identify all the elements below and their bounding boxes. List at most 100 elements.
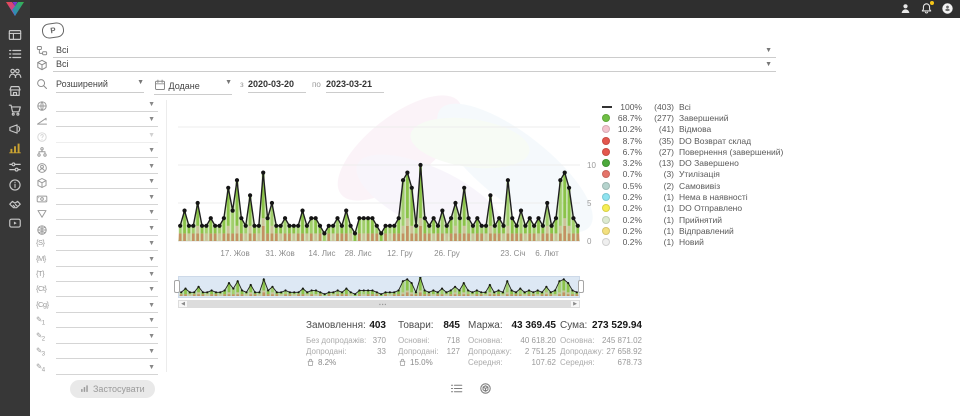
stat-value: 845 (443, 320, 460, 331)
date-field-select[interactable]: Додане ▼ (154, 79, 232, 95)
filter-select-custom-field-2[interactable]: ✎2▼ (36, 331, 158, 345)
filter-select-custom-field-1[interactable]: ✎1▼ (36, 315, 158, 329)
chevron-down-icon: ▼ (148, 256, 155, 263)
search-icon[interactable] (36, 78, 48, 90)
legend-item[interactable]: 0.5%(2)Самовивіз (602, 180, 783, 191)
filter-select-utm-medium[interactable]: {M} ▼ (36, 254, 158, 268)
search-mode-select[interactable]: Розширений ▼ (56, 79, 144, 93)
legend-item[interactable]: 0.2%(1)DO Отправлено (602, 203, 783, 214)
sidebar-item-info[interactable] (8, 178, 22, 192)
legend-item[interactable]: 8.7%(35)DO Возврат склад (602, 135, 783, 146)
filter-select-utm-term[interactable]: {T}▼ (36, 269, 158, 283)
legend-item[interactable]: 68.7%(277)Завершений (602, 112, 783, 123)
sidebar-item-orders[interactable] (8, 47, 22, 61)
x-tick-label: 14. Лис (308, 249, 335, 258)
user-icon[interactable] (899, 2, 912, 15)
select-underline (56, 250, 158, 251)
filter-select-help[interactable]: ▼ (36, 130, 158, 144)
select-underline (56, 343, 158, 344)
custom-field-1-icon: ✎1 (36, 315, 48, 327)
y-tick-label: 5 (587, 199, 601, 208)
legend-item[interactable]: 6.7%(27)Повернення (завершений) (602, 146, 783, 157)
legend-item[interactable]: 0.2%(1)Відправлений (602, 225, 783, 236)
filter-select-utm-content[interactable]: {Ct}▼ (36, 284, 158, 298)
filter-select-funnel[interactable]: ▼ (36, 207, 158, 221)
stat-sub-label: Допродані: (306, 346, 347, 357)
stat-title: Товари: (398, 320, 434, 331)
filter-select-money[interactable]: ▼ (36, 192, 158, 206)
legend-dot-swatch (602, 170, 610, 178)
x-tick-label: 12. Гру (387, 249, 413, 258)
filter-select-person-badge[interactable]: ▼ (36, 161, 158, 175)
scroll-left-arrow-icon[interactable]: ◀ (179, 301, 187, 307)
chevron-down-icon: ▼ (148, 194, 155, 201)
x-tick-label: 26. Гру (434, 249, 460, 258)
filter-select-utm-campaign[interactable]: {Cg}▼ (36, 300, 158, 314)
chevron-down-icon: ▼ (148, 132, 155, 139)
topbar (0, 0, 960, 18)
stat-sub-value: 40 618.20 (520, 335, 556, 346)
sidebar-item-cart[interactable] (8, 103, 22, 117)
avatar[interactable] (941, 2, 954, 15)
sidebar-item-megaphone[interactable] (8, 122, 22, 136)
legend-item[interactable]: 3.2%(13)DO Завершено (602, 157, 783, 168)
filter-select-globe-grid[interactable]: ▼ (36, 223, 158, 237)
legend-item[interactable]: 0.2%(1)Прийнятий (602, 214, 783, 225)
stat-badge-value: 15.0% (410, 358, 433, 367)
search-mode-value: Розширений (56, 79, 108, 89)
stat-sub-label: Основна: (560, 335, 594, 346)
utm-campaign-icon: {Cg} (36, 300, 48, 312)
app-logo-icon[interactable] (4, 1, 26, 17)
chevron-down-icon: ▼ (148, 178, 155, 185)
x-tick-label: 31. Жов (265, 249, 294, 258)
sidebar-item-customers[interactable] (8, 66, 22, 80)
sidebar-item-store[interactable] (8, 84, 22, 98)
stat-column: Замовлення:403Без допродажів:370Допродан… (306, 320, 386, 367)
legend-dot-swatch (602, 125, 610, 133)
sidebar-item-partners[interactable] (8, 197, 22, 211)
product-filter[interactable]: Всі ▼ (36, 58, 776, 72)
sidebar-item-analytics[interactable] (8, 141, 22, 155)
legend-item[interactable]: 0.7%(3)Утилізація (602, 169, 783, 180)
legend-item[interactable]: 100%(403)Всі (602, 101, 783, 112)
scrollbar-thumb[interactable]: ▪▪▪ (187, 301, 571, 307)
globe-icon (36, 99, 48, 111)
stat-sub-value: 245 871.02 (602, 335, 642, 346)
filter-select-custom-field-4[interactable]: ✎4▼ (36, 362, 158, 376)
legend-item[interactable]: 0.2%(1)Нема в наявності (602, 191, 783, 202)
category-filter-value: Всі (56, 45, 69, 55)
legend-pct: 0.5% (615, 181, 642, 191)
legend-item[interactable]: 10.2%(41)Відмова (602, 124, 783, 135)
chart-minimap[interactable] (178, 276, 580, 298)
sidebar-item-sliders[interactable] (8, 160, 22, 174)
filter-select-trend[interactable]: ▼ (36, 114, 158, 128)
minimap-right-handle[interactable] (578, 280, 584, 293)
search-filter-row: Розширений ▼ Додане ▼ з 2020-03-20 по 20… (36, 76, 776, 93)
filter-select-globe[interactable]: ▼ (36, 99, 158, 113)
filter-select-cube[interactable]: ▼ (36, 176, 158, 190)
date-to-input[interactable]: 2023-03-21 (326, 79, 384, 93)
legend-count: (1) (646, 203, 674, 213)
sidebar-item-dashboard[interactable] (8, 28, 22, 42)
custom-field-4-icon: ✎4 (36, 362, 48, 374)
date-from-input[interactable]: 2020-03-20 (248, 79, 306, 93)
bell-icon[interactable] (920, 2, 933, 15)
category-filter[interactable]: Всі ▼ (36, 44, 776, 58)
filter-select-sitemap[interactable]: ▼ (36, 145, 158, 159)
legend-dot-swatch (602, 216, 610, 224)
utm-medium-icon: {M} (36, 254, 48, 266)
scroll-right-arrow-icon[interactable]: ▶ (571, 301, 579, 307)
apply-button[interactable]: Застосувати (70, 380, 155, 398)
minimap-left-handle[interactable] (174, 280, 180, 293)
stat-title: Замовлення: (306, 320, 366, 331)
product-view-icon[interactable] (479, 382, 492, 395)
legend-label: Відправлений (679, 226, 734, 236)
chart-scrollbar[interactable]: ◀ ▶ ▪▪▪ (178, 300, 580, 308)
brand-badge-icon: Р (41, 22, 65, 40)
legend-item[interactable]: 0.2%(1)Новий (602, 237, 783, 248)
sidebar-item-video[interactable] (8, 216, 22, 230)
filter-select-utm-source[interactable]: {S}▼ (36, 238, 158, 252)
filter-select-custom-field-3[interactable]: ✎3▼ (36, 346, 158, 360)
list-view-icon[interactable] (450, 382, 463, 395)
main-chart (178, 99, 580, 247)
